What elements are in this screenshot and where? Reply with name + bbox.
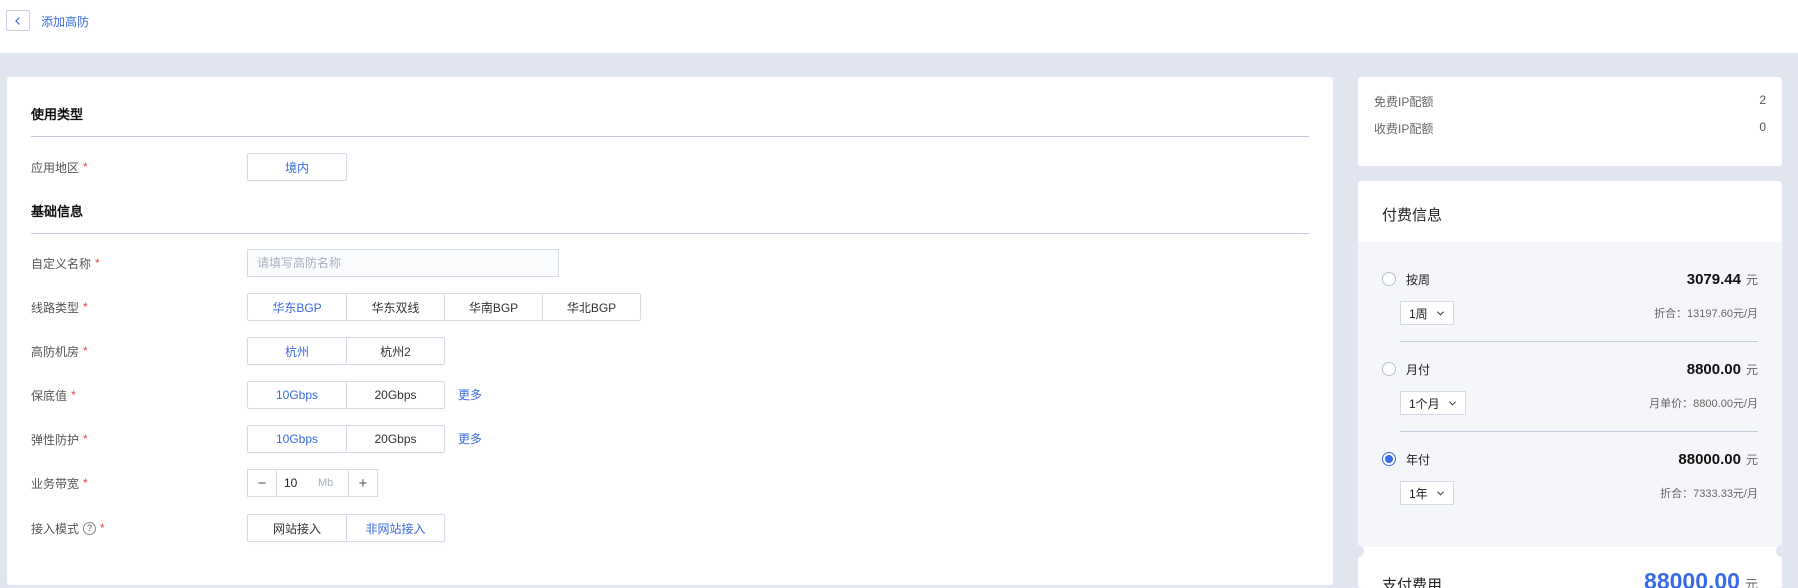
base-group: 10Gbps 20Gbps xyxy=(247,381,445,409)
period-value: 1年 xyxy=(1409,486,1428,501)
room-option[interactable]: 杭州 xyxy=(248,338,346,364)
paid-ip-quota-value: 0 xyxy=(1759,120,1766,134)
required-mark: * xyxy=(100,521,105,535)
room-label: 高防机房 * xyxy=(31,344,88,359)
section-divider xyxy=(31,233,1309,234)
required-mark: * xyxy=(83,432,88,446)
free-ip-quota-row: 免费IP配额 2 xyxy=(1374,93,1766,110)
line-option[interactable]: 华东双线 xyxy=(346,294,444,320)
line-option[interactable]: 华北BGP xyxy=(542,294,640,320)
paid-ip-quota-row: 收费IP配额 0 xyxy=(1374,120,1766,137)
chevron-left-icon xyxy=(15,16,20,25)
required-mark: * xyxy=(83,300,88,314)
weekly-radio[interactable] xyxy=(1382,272,1396,286)
period-select[interactable]: 1个月 xyxy=(1400,391,1466,415)
required-mark: * xyxy=(71,388,76,402)
payment-title: 付费信息 xyxy=(1382,207,1443,224)
option-price: 3079.44 xyxy=(1686,270,1741,288)
chevron-down-icon xyxy=(1436,310,1444,316)
room-option[interactable]: 杭州2 xyxy=(346,338,444,364)
required-mark: * xyxy=(95,256,100,270)
period-value: 1周 xyxy=(1409,306,1428,321)
usage-section-title: 使用类型 xyxy=(31,107,84,122)
payment-card: 付费信息 按周 3079.44 元 1周 折合：13197.60元/月 月付 8… xyxy=(1358,181,1782,588)
question-circle-icon[interactable]: ? xyxy=(83,521,97,535)
decrement-button[interactable]: − xyxy=(248,470,277,496)
base-label: 保底值 * xyxy=(31,388,76,403)
paid-ip-quota-label: 收费IP配额 xyxy=(1374,122,1434,136)
elastic-option[interactable]: 10Gbps xyxy=(248,426,346,452)
back-button[interactable] xyxy=(6,10,30,31)
name-label: 自定义名称 * xyxy=(31,256,100,271)
region-group: 境内 xyxy=(247,153,347,181)
bandwidth-field[interactable]: 10 Mb xyxy=(277,476,348,490)
elastic-label: 弹性防护 * xyxy=(31,432,88,447)
total-amount: 88000.00 xyxy=(1644,568,1740,588)
period-note: 折合：7333.33元/月 xyxy=(1660,488,1758,500)
free-ip-quota-value: 2 xyxy=(1759,93,1766,107)
required-mark: * xyxy=(83,344,88,358)
total-unit: 元 xyxy=(1744,577,1758,588)
access-option[interactable]: 非网站接入 xyxy=(346,515,444,541)
total-label: 支付费用 xyxy=(1382,577,1443,588)
required-mark: * xyxy=(83,160,88,174)
period-value: 1个月 xyxy=(1409,396,1440,411)
line-option[interactable]: 华南BGP xyxy=(444,294,542,320)
elastic-option[interactable]: 20Gbps xyxy=(346,426,444,452)
access-option[interactable]: 网站接入 xyxy=(248,515,346,541)
basic-section-title: 基础信息 xyxy=(31,204,84,219)
elastic-group: 10Gbps 20Gbps xyxy=(247,425,445,453)
option-unit: 元 xyxy=(1745,272,1758,287)
room-group: 杭州 杭州2 xyxy=(247,337,445,365)
access-label: 接入模式 ? * xyxy=(31,521,105,536)
ticket-notch xyxy=(1776,545,1782,557)
option-price: 8800.00 xyxy=(1686,360,1741,378)
period-select[interactable]: 1年 xyxy=(1400,481,1454,505)
bandwidth-unit: Mb xyxy=(318,477,334,489)
yearly-radio[interactable] xyxy=(1382,452,1396,466)
payment-options-panel: 按周 3079.44 元 1周 折合：13197.60元/月 月付 8800.0… xyxy=(1358,242,1782,547)
region-option-domestic[interactable]: 境内 xyxy=(248,154,346,180)
chevron-down-icon xyxy=(1436,490,1444,496)
option-divider xyxy=(1400,431,1758,432)
bandwidth-value: 10 xyxy=(284,476,298,490)
total-price: 88000.00 元 xyxy=(1644,568,1758,588)
name-input[interactable] xyxy=(247,249,559,277)
payment-option-monthly: 月付 8800.00 元 1个月 月单价：8800.00元/月 xyxy=(1382,359,1758,449)
bandwidth-label: 业务带宽 * xyxy=(31,476,88,491)
period-select[interactable]: 1周 xyxy=(1400,301,1454,325)
elastic-more-link[interactable]: 更多 xyxy=(458,430,482,447)
option-price: 88000.00 xyxy=(1678,450,1741,468)
option-divider xyxy=(1400,341,1758,342)
free-ip-quota-label: 免费IP配额 xyxy=(1374,95,1434,109)
base-more-link[interactable]: 更多 xyxy=(458,386,482,403)
monthly-radio[interactable] xyxy=(1382,362,1396,376)
region-label: 应用地区 * xyxy=(31,160,88,175)
period-note: 月单价：8800.00元/月 xyxy=(1649,398,1758,410)
base-option[interactable]: 20Gbps xyxy=(346,382,444,408)
line-group: 华东BGP 华东双线 华南BGP 华北BGP xyxy=(247,293,641,321)
line-label: 线路类型 * xyxy=(31,300,88,315)
form-card: 使用类型 应用地区* 境内 基础信息 自定义名称* 线路类型* 华东BGP 华东… xyxy=(7,77,1333,585)
section-divider xyxy=(31,136,1309,137)
period-note: 折合：13197.60元/月 xyxy=(1654,308,1758,320)
base-option[interactable]: 10Gbps xyxy=(248,382,346,408)
line-option[interactable]: 华东BGP xyxy=(248,294,346,320)
bandwidth-stepper: − 10 Mb + xyxy=(247,469,378,497)
chevron-down-icon xyxy=(1448,400,1456,406)
payment-option-weekly: 按周 3079.44 元 1周 折合：13197.60元/月 xyxy=(1382,269,1758,359)
option-name: 年付 xyxy=(1406,452,1431,467)
payment-option-yearly: 年付 88000.00 元 1年 折合：7333.33元/月 xyxy=(1382,449,1758,539)
top-bar: 添加高防 xyxy=(0,0,1798,53)
quota-card: 免费IP配额 2 收费IP配额 0 xyxy=(1358,77,1782,166)
access-group: 网站接入 非网站接入 xyxy=(247,514,445,542)
option-unit: 元 xyxy=(1745,362,1758,377)
option-name: 月付 xyxy=(1406,362,1431,377)
option-unit: 元 xyxy=(1745,452,1758,467)
required-mark: * xyxy=(83,476,88,490)
increment-button[interactable]: + xyxy=(348,470,377,496)
page-title: 添加高防 xyxy=(41,15,90,29)
option-name: 按周 xyxy=(1406,272,1431,287)
